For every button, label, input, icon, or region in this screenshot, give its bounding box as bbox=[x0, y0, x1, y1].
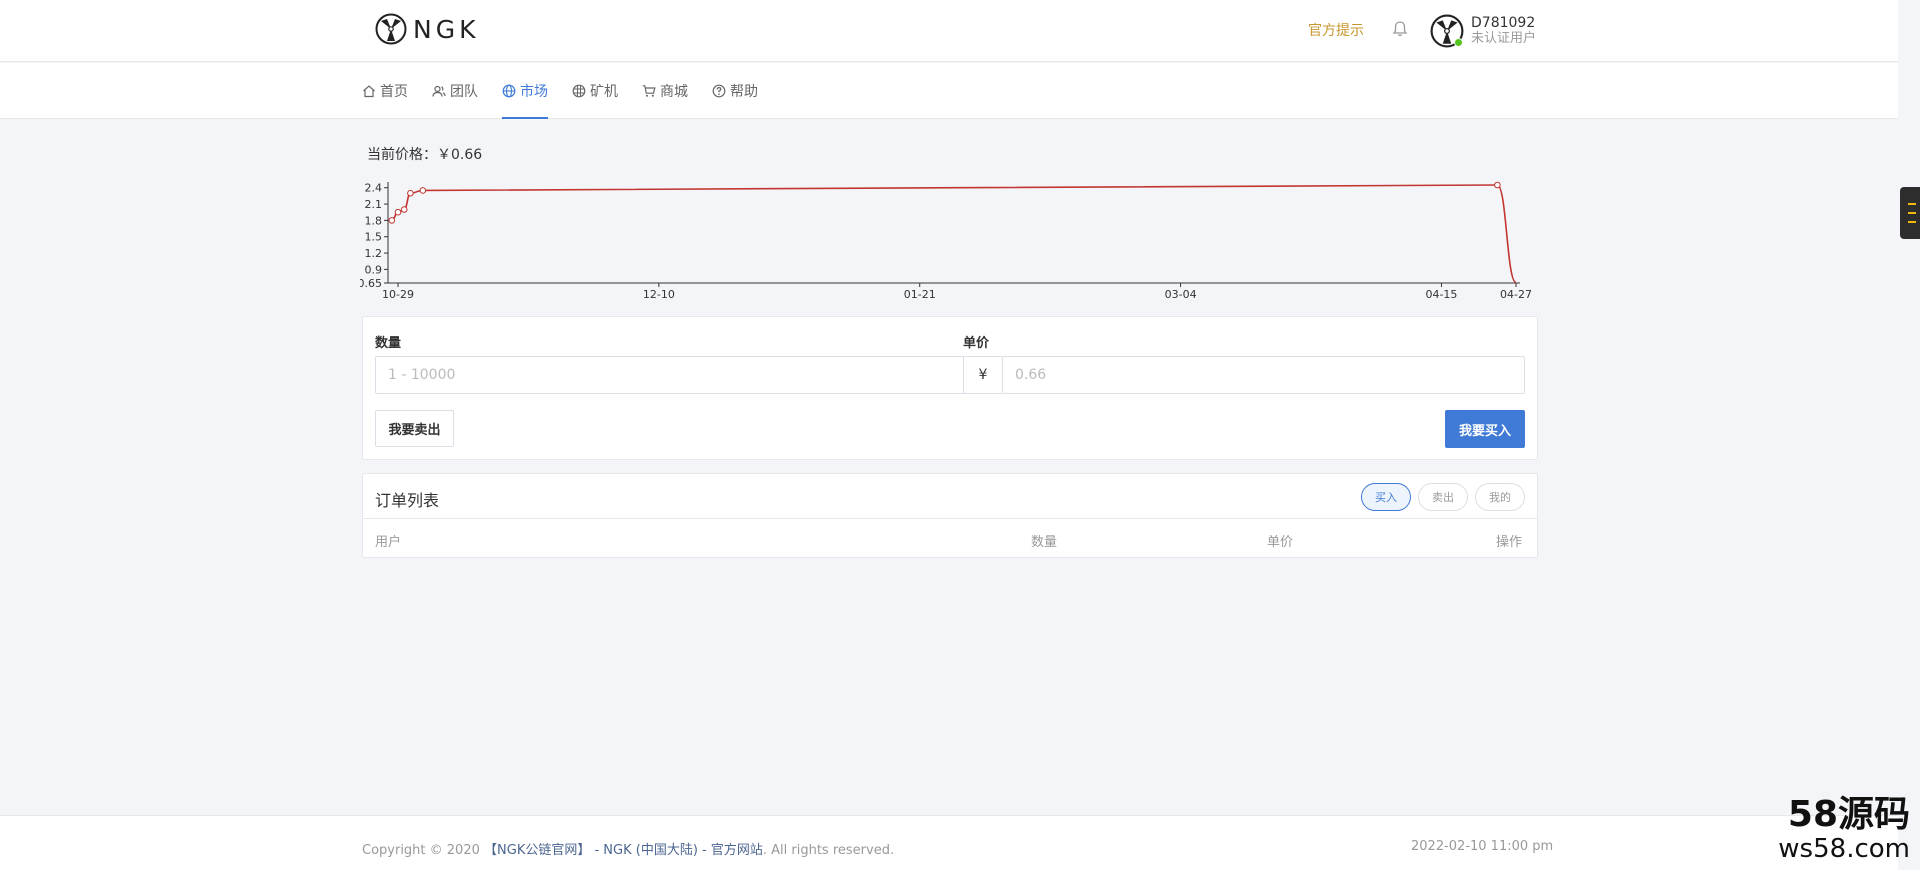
main-nav: 首页 团队 市场 矿机 商城 帮助 bbox=[362, 63, 782, 119]
footer-datetime: 2022-02-10 11:00 pm bbox=[1411, 839, 1554, 854]
y-tick-label: 1.2 bbox=[365, 247, 383, 260]
cart-icon bbox=[642, 85, 656, 97]
nav-item-help[interactable]: 帮助 bbox=[712, 63, 758, 119]
currency-prefix: ¥ bbox=[963, 356, 1002, 394]
x-tick-label: 04-27 bbox=[1500, 288, 1532, 301]
current-price: 当前价格：￥0.66 bbox=[367, 144, 482, 164]
y-tick-label: 0.65 bbox=[360, 277, 382, 290]
widget-bar bbox=[1908, 221, 1916, 223]
y-tick-label: 2.1 bbox=[365, 198, 383, 211]
nav-item-label: 市场 bbox=[520, 84, 548, 100]
x-tick-label: 04-15 bbox=[1425, 288, 1457, 301]
x-tick-label: 10-29 bbox=[382, 288, 414, 301]
site-name-link[interactable]: 【NGK公链官网】 - NGK (中国大陆) - 官方网站 bbox=[484, 843, 763, 858]
widget-bar bbox=[1908, 212, 1916, 214]
team-icon bbox=[432, 85, 446, 97]
nav-item-home[interactable]: 首页 bbox=[362, 63, 408, 119]
sell-button[interactable]: 我要卖出 bbox=[375, 410, 454, 447]
help-icon bbox=[712, 84, 726, 98]
side-floating-widget[interactable] bbox=[1900, 187, 1920, 239]
widget-bar bbox=[1908, 203, 1916, 205]
order-list-title: 订单列表 bbox=[375, 491, 440, 510]
buy-button[interactable]: 我要买入 bbox=[1445, 410, 1525, 448]
nav-item-market[interactable]: 市场 bbox=[502, 63, 548, 119]
avatar bbox=[1430, 14, 1464, 48]
user-menu[interactable]: D781092 未认证用户 bbox=[1430, 14, 1536, 48]
filter-buy-button[interactable]: 买入 bbox=[1361, 483, 1411, 511]
column-quantity: 数量 bbox=[1031, 535, 1058, 550]
copyright-prefix: Copyright © 2020 bbox=[362, 843, 485, 858]
miner-icon bbox=[572, 84, 586, 98]
x-tick-label: 03-04 bbox=[1165, 288, 1197, 301]
series-line bbox=[391, 184, 1517, 284]
copyright-suffix: . All rights reserved. bbox=[762, 843, 895, 858]
nav-item-label: 帮助 bbox=[730, 84, 758, 100]
nav-item-miner[interactable]: 矿机 bbox=[572, 63, 618, 119]
globe-icon bbox=[502, 84, 516, 98]
data-point bbox=[394, 208, 402, 216]
watermark-logo-text: 58源码 bbox=[1787, 794, 1910, 835]
order-list: 订单列表 买入 卖出 我的 用户 数量 单价 操作 bbox=[362, 473, 1538, 558]
brand-logo[interactable]: NGK bbox=[375, 13, 479, 45]
column-unit-price: 单价 bbox=[1267, 535, 1294, 550]
logo-text: NGK bbox=[413, 14, 480, 44]
ngk-logo-icon bbox=[375, 13, 407, 45]
filter-mine-button[interactable]: 我的 bbox=[1475, 483, 1525, 511]
column-actions: 操作 bbox=[1495, 535, 1522, 550]
copyright: Copyright © 2020 【NGK公链官网】 - NGK (中国大陆) … bbox=[362, 839, 894, 858]
y-tick-label: 0.9 bbox=[365, 263, 383, 276]
data-point bbox=[400, 206, 408, 213]
x-tick-label: 12-10 bbox=[643, 288, 675, 301]
trade-form: 数量 单价 ¥ 我要卖出 我要买入 bbox=[362, 316, 1538, 460]
data-point bbox=[419, 187, 427, 194]
nav-item-label: 商城 bbox=[660, 84, 688, 100]
data-point bbox=[407, 189, 414, 197]
nav-item-label: 首页 bbox=[380, 84, 408, 100]
unit-price-input[interactable] bbox=[1002, 356, 1525, 394]
data-point bbox=[388, 217, 396, 224]
quantity-label: 数量 bbox=[375, 336, 402, 351]
main-nav-bar: 首页 团队 市场 矿机 商城 帮助 bbox=[0, 63, 1898, 119]
watermark: 58源码 ws58.com bbox=[1760, 794, 1910, 865]
y-tick-label: 1.5 bbox=[365, 231, 383, 244]
nav-item-team[interactable]: 团队 bbox=[432, 63, 478, 119]
nav-item-label: 团队 bbox=[450, 84, 478, 100]
online-status-dot bbox=[1454, 38, 1463, 47]
y-tick-label: 2.4 bbox=[365, 182, 383, 195]
order-table-header: 用户 数量 单价 操作 bbox=[363, 518, 1537, 558]
watermark-domain: ws58.com bbox=[1778, 834, 1910, 864]
official-notice-link[interactable]: 官方提示 bbox=[1308, 20, 1364, 40]
price-line-chart: 10-29 12-10 01-21 03-04 04-15 04-27 0.650.9 1.2… bbox=[360, 181, 1532, 301]
y-tick-label: 1.8 bbox=[365, 214, 383, 227]
x-tick-label: 01-21 bbox=[904, 288, 936, 301]
column-user: 用户 bbox=[375, 535, 402, 550]
top-header: NGK 官方提示 D781092 未认证用户 bbox=[0, 0, 1898, 62]
page-footer: Copyright © 2020 【NGK公链官网】 - NGK (中国大陆) … bbox=[0, 815, 1898, 870]
user-verification-status: 未认证用户 bbox=[1471, 31, 1537, 46]
bell-icon[interactable] bbox=[1392, 20, 1408, 38]
quantity-input[interactable] bbox=[375, 356, 964, 394]
home-icon bbox=[363, 85, 375, 98]
filter-sell-button[interactable]: 卖出 bbox=[1418, 483, 1468, 511]
data-point bbox=[1494, 181, 1501, 189]
user-id: D781092 bbox=[1471, 15, 1536, 31]
current-price-label: 当前价格： bbox=[367, 147, 437, 163]
nav-item-shop[interactable]: 商城 bbox=[642, 63, 688, 119]
nav-item-label: 矿机 bbox=[590, 84, 618, 100]
current-price-value: ￥0.66 bbox=[437, 147, 483, 163]
unit-price-label: 单价 bbox=[963, 336, 990, 351]
